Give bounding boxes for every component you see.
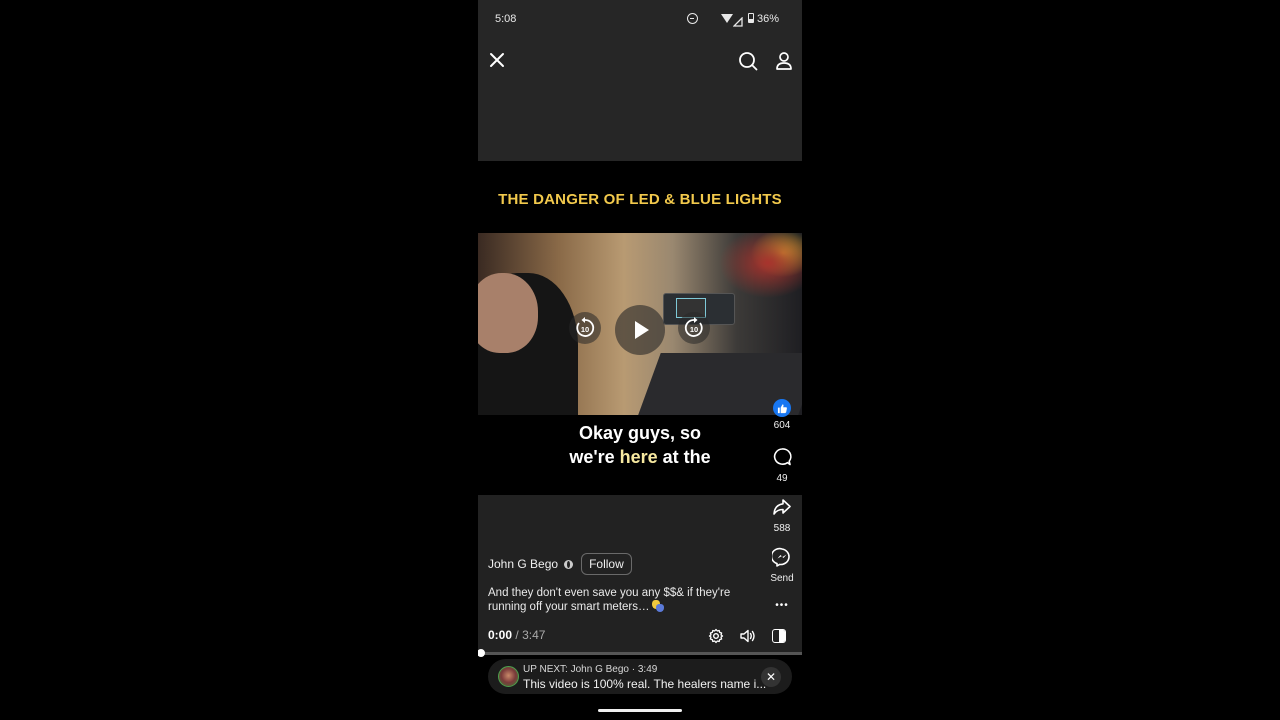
theater-masks-emoji-icon (651, 600, 664, 612)
progress-thumb[interactable] (478, 649, 485, 657)
messenger-icon (770, 547, 790, 567)
video-title-overlay: THE DANGER OF LED & BLUE LIGHTS (498, 191, 782, 208)
progress-bar[interactable] (478, 649, 802, 657)
share-button[interactable]: 588 (764, 497, 800, 534)
status-time: 5:08 (495, 13, 517, 25)
svg-text:10: 10 (690, 325, 698, 334)
search-button[interactable] (737, 50, 759, 72)
svg-text:10: 10 (581, 325, 589, 334)
profile-icon (776, 52, 792, 70)
volume-button[interactable] (739, 628, 757, 644)
forward-10-button[interactable]: 10 (678, 312, 710, 344)
caption-highlight: here (619, 447, 658, 467)
battery-icon (748, 13, 754, 23)
top-panel (478, 38, 802, 161)
wifi-icon (721, 14, 733, 23)
profile-button[interactable] (773, 50, 795, 72)
playback-time: 0:00 / 3:47 (488, 628, 545, 642)
comment-icon (773, 448, 792, 466)
home-indicator[interactable] (598, 709, 682, 712)
author-name[interactable]: John G Bego (488, 557, 558, 571)
rewind-10-icon: 10 (576, 317, 595, 337)
post-info-panel: John G Bego Follow And they don't even s… (478, 495, 802, 655)
cellular-signal-icon (732, 14, 743, 32)
gear-icon (708, 628, 724, 644)
up-next-title: This video is 100% real. The healers nam… (523, 677, 767, 691)
rewind-10-button[interactable]: 10 (569, 312, 601, 344)
status-bar: 5:08 36% (478, 0, 802, 38)
like-icon (773, 399, 791, 417)
settings-button[interactable] (708, 628, 724, 644)
time-separator: / (515, 628, 519, 642)
share-count: 588 (773, 523, 791, 534)
up-next-banner[interactable]: UP NEXT: John G Bego · 3:49 This video i… (488, 659, 792, 694)
more-icon: ••• (775, 600, 789, 611)
more-options-button[interactable]: ••• (764, 595, 800, 613)
comment-button[interactable]: 49 (764, 447, 800, 484)
current-time: 0:00 (488, 628, 513, 642)
total-time: 3:47 (522, 628, 546, 642)
battery-percent: 36% (757, 13, 780, 25)
video-player[interactable]: THE DANGER OF LED & BLUE LIGHTS 10 10 Ok… (478, 161, 802, 495)
do-not-disturb-icon (687, 13, 698, 24)
play-button[interactable] (615, 305, 665, 355)
caption-line-1: Okay guys, so (578, 423, 702, 443)
like-button[interactable]: 604 (764, 399, 800, 431)
comment-count: 49 (776, 473, 788, 484)
close-icon: ✕ (765, 670, 777, 684)
close-button[interactable] (487, 50, 507, 70)
phone-screen: 5:08 36% THE DANGER OF LED & BLUE LIGHTS… (478, 0, 802, 720)
share-icon (773, 499, 791, 515)
globe-icon (564, 559, 574, 569)
follow-button[interactable]: Follow (581, 553, 632, 575)
send-label: Send (770, 573, 794, 584)
up-next-meta: UP NEXT: John G Bego · 3:49 (523, 664, 658, 675)
author-row: John G Bego Follow (488, 553, 632, 575)
up-next-close-button[interactable]: ✕ (761, 667, 781, 687)
up-next-avatar (498, 666, 519, 687)
video-person (478, 273, 578, 415)
post-description[interactable]: And they don't even save you any $$& if … (488, 586, 746, 614)
search-icon (739, 52, 758, 71)
like-count: 604 (773, 420, 791, 431)
layout-toggle-button[interactable] (772, 629, 786, 643)
caption-line-2: we're here at the (569, 447, 711, 467)
close-icon (490, 53, 504, 67)
video-frame[interactable]: 10 10 (478, 233, 802, 415)
video-caption: Okay guys, so we're here at the (478, 421, 802, 469)
volume-icon (740, 629, 755, 643)
send-button[interactable]: Send (764, 547, 800, 584)
forward-10-icon: 10 (684, 317, 703, 337)
